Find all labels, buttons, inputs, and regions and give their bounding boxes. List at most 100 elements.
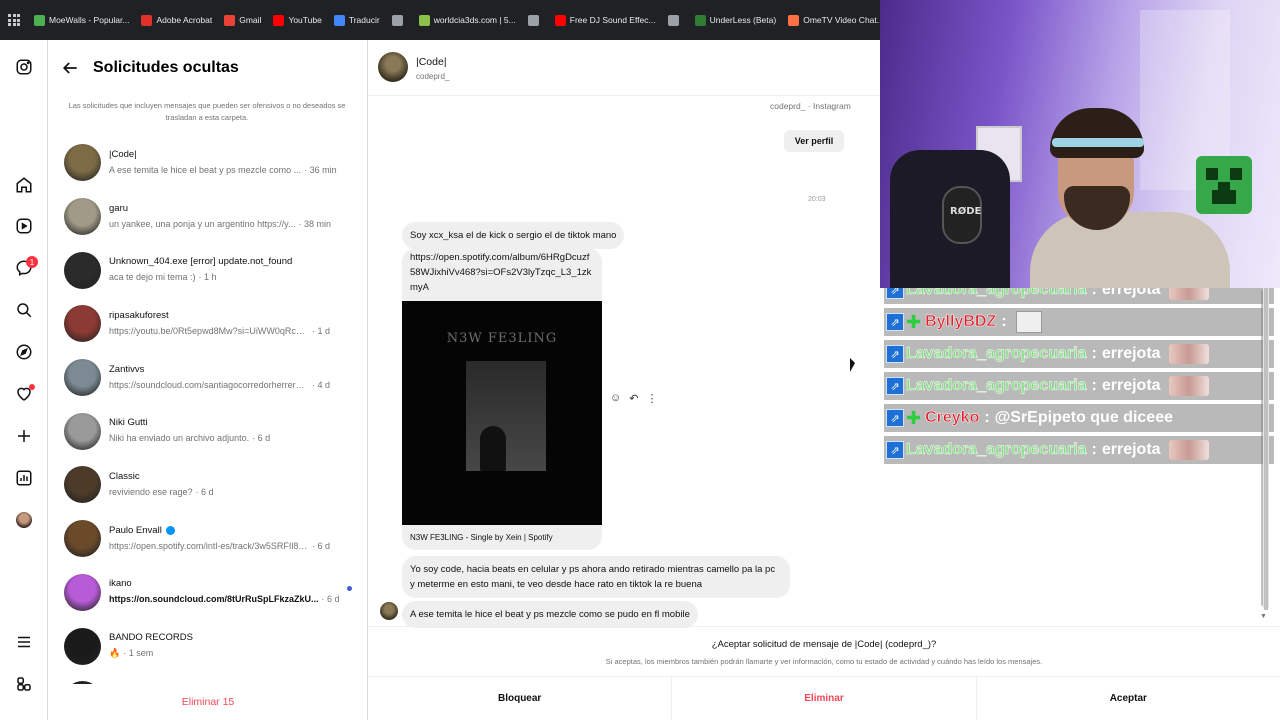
- stream-chat-text: @SrEpipeto que diceee: [994, 409, 1173, 426]
- request-name: Zantivvs: [109, 363, 349, 377]
- dashboard-icon[interactable]: [14, 468, 34, 488]
- search-icon[interactable]: [14, 300, 34, 320]
- message-bubble[interactable]: A ese temita le hice el beat y ps mezcle…: [402, 601, 698, 628]
- request-avatar: [64, 251, 101, 289]
- request-row[interactable]: Paulo Envall https://open.spotify.com/int…: [48, 512, 368, 566]
- bookmark-item[interactable]: YouTube: [273, 14, 322, 26]
- link-caption[interactable]: N3W FE3LING - Single by Xein | Spotify: [402, 525, 602, 550]
- stream-chat-separator: :: [1091, 288, 1097, 298]
- accept-button[interactable]: Aceptar: [977, 677, 1280, 720]
- request-row[interactable]: BANDO RECORDS 🔥 · 1 sem: [48, 619, 368, 673]
- request-row[interactable]: Niki Gutti Niki ha enviado un archivo adj…: [48, 404, 368, 458]
- profile-info-line: codeprd_ · Instagram: [770, 101, 851, 111]
- bookmark-label: MoeWalls - Popular...: [49, 15, 130, 25]
- request-row[interactable]: ripasakuforest https://youtu.be/0Rt5epwd8…: [48, 297, 368, 351]
- request-row[interactable]: Unknown_404.exe [error] update.not_found…: [48, 243, 368, 297]
- request-text: Classic reviviendo ese rage? · 6 d: [109, 470, 349, 500]
- block-button[interactable]: Bloquear: [368, 677, 673, 720]
- request-time: · 38 min: [298, 218, 331, 229]
- bookmark-item[interactable]: Adobe Acrobat: [141, 14, 212, 26]
- bookmark-item[interactable]: Traducir: [333, 14, 380, 26]
- request-row[interactable]: garu un yankee, una ponja y un argentino …: [48, 190, 368, 244]
- chat-avatar[interactable]: [378, 52, 408, 82]
- apps-grid-icon[interactable]: [8, 14, 20, 26]
- request-text: ikano https://on.soundcloud.com/8tUrRuSpL…: [109, 577, 349, 607]
- more-options-icon[interactable]: ⋮: [646, 392, 657, 405]
- bookmark-item[interactable]: [527, 14, 543, 26]
- stream-chat-user: Creyko: [925, 409, 980, 427]
- bookmark-label: Gmail: [239, 15, 262, 25]
- react-icon[interactable]: ☺: [610, 392, 621, 405]
- bookmark-item[interactable]: MoeWalls - Popular...: [34, 14, 130, 26]
- request-name: BANDO RECORDS: [109, 631, 349, 645]
- request-avatar: [64, 573, 101, 611]
- reply-icon[interactable]: ↶: [629, 392, 638, 405]
- stream-chat-user: ByllyBDZ: [925, 313, 997, 331]
- panel-title: Solicitudes ocultas: [93, 59, 239, 76]
- request-row[interactable]: Zantivvs https://soundcloud.com/santiagoc…: [48, 351, 368, 405]
- request-row[interactable]: [48, 673, 368, 684]
- bookmark-item[interactable]: worldcia3ds.com | 5...: [418, 14, 516, 26]
- cover-silhouette: [480, 426, 506, 471]
- panel-header: Solicitudes ocultas: [60, 58, 239, 78]
- request-name-text: ripasakuforest: [109, 309, 169, 321]
- scroll-down-icon[interactable]: ▼: [1260, 613, 1267, 620]
- bookmark-item[interactable]: [391, 14, 407, 26]
- bookmark-item[interactable]: Gmail: [224, 14, 262, 26]
- request-avatar: [64, 520, 101, 558]
- link-url[interactable]: https://open.spotify.com/album/6HRgDcuzf…: [402, 248, 602, 301]
- explore-icon[interactable]: [14, 342, 34, 362]
- message-bubble[interactable]: Yo soy code, hacia beats en celular y ps…: [402, 556, 790, 598]
- bookmark-item[interactable]: OmeTV Video Chat...: [788, 14, 880, 26]
- bookmark-item[interactable]: UnderLess (Beta): [694, 14, 777, 26]
- request-action-bar: Bloquear Eliminar Aceptar: [368, 676, 1280, 720]
- spotify-link-bubble[interactable]: https://open.spotify.com/album/6HRgDcuzf…: [402, 248, 602, 550]
- message-actions: ☺ ↶ ⋮: [610, 392, 657, 405]
- unread-dot: [347, 585, 352, 591]
- reels-icon[interactable]: [14, 216, 34, 236]
- album-cover-image[interactable]: N3W FE3LING: [402, 301, 602, 525]
- message-bubble[interactable]: Soy xcx_ksa el de kick o sergio el de ti…: [402, 222, 625, 249]
- request-time: · 6 d: [252, 433, 271, 444]
- request-preview: un yankee, una ponja y un argentino http…: [109, 216, 349, 232]
- mic-brand: RØDE: [950, 206, 982, 217]
- instagram-logo-icon[interactable]: [14, 57, 34, 77]
- request-row[interactable]: Classic reviviendo ese rage? · 6 d: [48, 458, 368, 512]
- view-profile-button[interactable]: Ver perfil: [784, 130, 844, 152]
- request-row[interactable]: ikano https://on.soundcloud.com/8tUrRuSpL…: [48, 566, 368, 620]
- streamer-hair: [1050, 108, 1144, 158]
- request-row[interactable]: |Code| A ese temita le hice el beat y ps …: [48, 136, 368, 190]
- delete-button[interactable]: Eliminar: [672, 677, 977, 720]
- threads-icon[interactable]: [14, 674, 34, 694]
- chat-badge-icon: ⇗: [886, 441, 904, 459]
- request-avatar: [64, 305, 101, 343]
- subscriber-badge-icon: ✚: [906, 408, 922, 428]
- home-icon[interactable]: [14, 175, 34, 195]
- bookmark-label: UnderLess (Beta): [709, 15, 777, 25]
- page-scrollbar[interactable]: [1264, 288, 1268, 610]
- stream-chat-separator: :: [984, 409, 990, 426]
- delete-all-button[interactable]: Eliminar 15: [48, 696, 368, 708]
- request-avatar: [64, 144, 101, 182]
- message-timestamp: 20:03: [808, 196, 826, 203]
- notification-badge: 1: [26, 256, 38, 268]
- request-text: garu un yankee, una ponja y un argentino …: [109, 202, 349, 232]
- profile-avatar-icon[interactable]: [14, 510, 34, 530]
- request-text: Paulo Envall https://open.spotify.com/int…: [109, 524, 349, 554]
- stream-chat-separator: :: [1091, 345, 1097, 362]
- request-name: Niki Gutti: [109, 416, 349, 430]
- bookmark-item[interactable]: Free DJ Sound Effec...: [554, 14, 656, 26]
- request-time: · 1 sem: [123, 648, 154, 659]
- chat-name[interactable]: |Code|: [416, 56, 447, 68]
- create-icon[interactable]: [14, 426, 34, 446]
- bookmark-item[interactable]: [667, 14, 683, 26]
- request-text: Unknown_404.exe [error] update.not_found…: [109, 255, 349, 285]
- stream-chat-user: Lavadora_agropecuaria: [906, 345, 1087, 363]
- request-text: BANDO RECORDS 🔥 · 1 sem: [109, 631, 349, 661]
- request-preview-text: un yankee, una ponja y un argentino http…: [109, 218, 296, 229]
- request-avatar: [64, 681, 101, 684]
- request-name-text: Niki Gutti: [109, 417, 148, 429]
- accept-request-area: ¿Aceptar solicitud de mensaje de |Code| …: [368, 626, 1280, 674]
- menu-icon[interactable]: [14, 632, 34, 652]
- back-arrow-icon[interactable]: [60, 58, 80, 78]
